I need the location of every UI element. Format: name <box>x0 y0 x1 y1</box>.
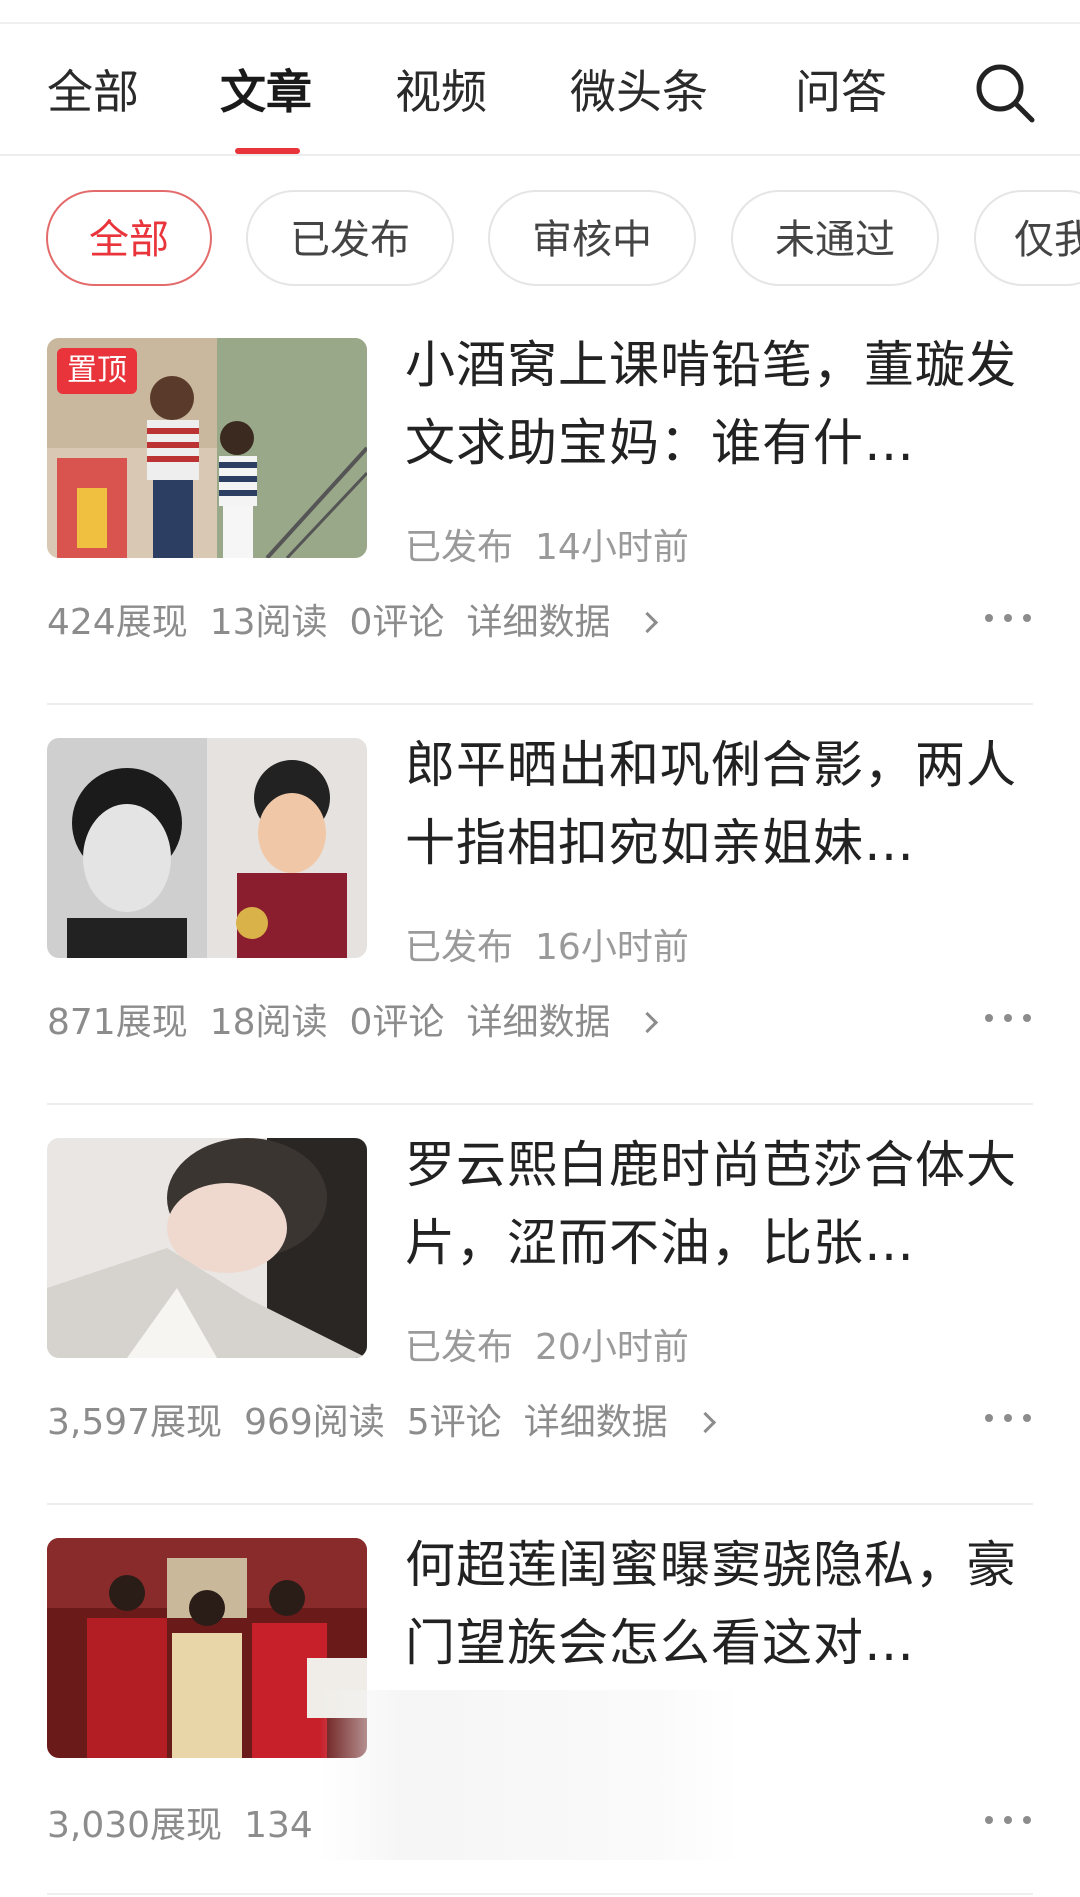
article-status: 已发布 <box>405 527 514 568</box>
article-meta: 已发布 20小时前 <box>405 1318 711 1370</box>
more-dot <box>1023 1414 1031 1422</box>
more-dot <box>1023 614 1031 622</box>
item-divider <box>47 1103 1033 1105</box>
active-tab-indicator <box>235 148 300 154</box>
more-options-button[interactable] <box>985 608 1031 628</box>
article-stats: 3,030展现 134 <box>47 1796 335 1848</box>
details-link-label: 详细数据 <box>466 602 611 643</box>
tab-all[interactable]: 全部 <box>47 62 139 122</box>
article-meta: 已发布 14小时前 <box>405 518 711 570</box>
filter-published[interactable]: 已发布 <box>246 190 454 286</box>
article-thumbnail[interactable] <box>47 1538 367 1758</box>
more-dot <box>1004 614 1012 622</box>
article-status: 已发布 <box>405 927 514 968</box>
status-filter-chips: 全部 已发布 审核中 未通过 仅我 <box>0 190 1080 290</box>
article-time: 16小时前 <box>535 927 689 968</box>
article-thumbnail[interactable] <box>47 1138 367 1358</box>
search-icon <box>976 64 1035 123</box>
more-dots-icon <box>985 614 993 622</box>
pinned-badge: 置顶 <box>57 348 137 394</box>
details-link-label: 详细数据 <box>523 1402 668 1443</box>
details-link[interactable]: 详细数据 <box>523 1402 716 1443</box>
thumbnail-image <box>47 1538 367 1758</box>
article-stats: 871展现 18阅读 0评论 详细数据 <box>47 993 677 1045</box>
item-divider <box>47 1893 1033 1895</box>
article-stats: 3,597展现 969阅读 5评论 详细数据 <box>47 1393 735 1445</box>
more-dots-icon <box>985 1014 993 1022</box>
chevron-right-icon <box>637 611 659 634</box>
filter-all[interactable]: 全部 <box>46 190 212 286</box>
reads-count: 134 <box>244 1805 313 1846</box>
status-bar-area <box>0 0 1080 24</box>
search-button[interactable] <box>972 60 1038 126</box>
article-status: 已发布 <box>405 1327 514 1368</box>
article-title[interactable]: 何超莲闺蜜曝窦骁隐私，豪门望族会怎么看这对… <box>405 1526 1035 1682</box>
impressions-count: 3,030展现 <box>47 1805 223 1846</box>
reads-count: 13阅读 <box>209 602 328 643</box>
chevron-right-icon <box>694 1411 716 1434</box>
article-title[interactable]: 罗云熙白鹿时尚芭莎合体大片，涩而不油，比张… <box>405 1126 1035 1282</box>
more-dot <box>1023 1816 1031 1824</box>
loading-overlay <box>320 1690 740 1860</box>
reads-count: 969阅读 <box>244 1402 385 1443</box>
filter-under-review[interactable]: 审核中 <box>488 190 696 286</box>
item-divider <box>47 703 1033 705</box>
thumbnail-image <box>47 738 367 958</box>
more-dot <box>1004 1414 1012 1422</box>
article-meta: 已发布 16小时前 <box>405 918 711 970</box>
article-stats: 424展现 13阅读 0评论 详细数据 <box>47 593 677 645</box>
content-type-tabs: 全部 文章 视频 微头条 问答 <box>0 24 1080 156</box>
article-title[interactable]: 小酒窝上课啃铅笔，董璇发文求助宝妈：谁有什… <box>405 326 1035 482</box>
tab-articles[interactable]: 文章 <box>220 62 312 122</box>
more-options-button[interactable] <box>985 1810 1031 1830</box>
article-item[interactable]: 郎平晒出和巩俐合影，两人十指相扣宛如亲姐妹… 已发布 16小时前 871展现 18阅… <box>0 736 1080 1138</box>
article-item[interactable]: 置顶 小酒窝上课啃铅笔，董璇发文求助宝妈：谁有什… 已发布 14小时前 424展现… <box>0 336 1080 738</box>
reads-count: 18阅读 <box>209 1002 328 1043</box>
article-manager-page: 全部 文章 视频 微头条 问答 全部 已发布 审核中 未通过 仅我 <box>0 0 1080 1897</box>
comments-count: 0评论 <box>349 602 445 643</box>
item-divider <box>47 1503 1033 1505</box>
filter-private[interactable]: 仅我 <box>974 190 1080 286</box>
article-item[interactable]: 罗云熙白鹿时尚芭莎合体大片，涩而不油，比张… 已发布 20小时前 3,597展现 9… <box>0 1136 1080 1538</box>
article-time: 14小时前 <box>535 527 689 568</box>
impressions-count: 424展现 <box>47 602 188 643</box>
article-thumbnail[interactable] <box>47 738 367 958</box>
chevron-right-icon <box>637 1011 659 1034</box>
impressions-count: 871展现 <box>47 1002 188 1043</box>
details-link-label: 详细数据 <box>466 1002 611 1043</box>
tab-micro-headlines[interactable]: 微头条 <box>570 62 708 122</box>
article-title[interactable]: 郎平晒出和巩俐合影，两人十指相扣宛如亲姐妹… <box>405 726 1035 882</box>
more-options-button[interactable] <box>985 1408 1031 1428</box>
filter-rejected[interactable]: 未通过 <box>731 190 939 286</box>
article-thumbnail[interactable]: 置顶 <box>47 338 367 558</box>
details-link[interactable]: 详细数据 <box>466 602 659 643</box>
more-dot <box>1023 1014 1031 1022</box>
article-time: 20小时前 <box>535 1327 689 1368</box>
more-options-button[interactable] <box>985 1008 1031 1028</box>
more-dots-icon <box>985 1414 993 1422</box>
details-link[interactable]: 详细数据 <box>466 1002 659 1043</box>
comments-count: 5评论 <box>406 1402 502 1443</box>
tab-videos[interactable]: 视频 <box>395 62 487 122</box>
comments-count: 0评论 <box>349 1002 445 1043</box>
more-dot <box>1004 1014 1012 1022</box>
impressions-count: 3,597展现 <box>47 1402 223 1443</box>
tab-qa[interactable]: 问答 <box>795 62 887 122</box>
thumbnail-image <box>47 1138 367 1358</box>
more-dots-icon <box>985 1816 993 1824</box>
more-dot <box>1004 1816 1012 1824</box>
